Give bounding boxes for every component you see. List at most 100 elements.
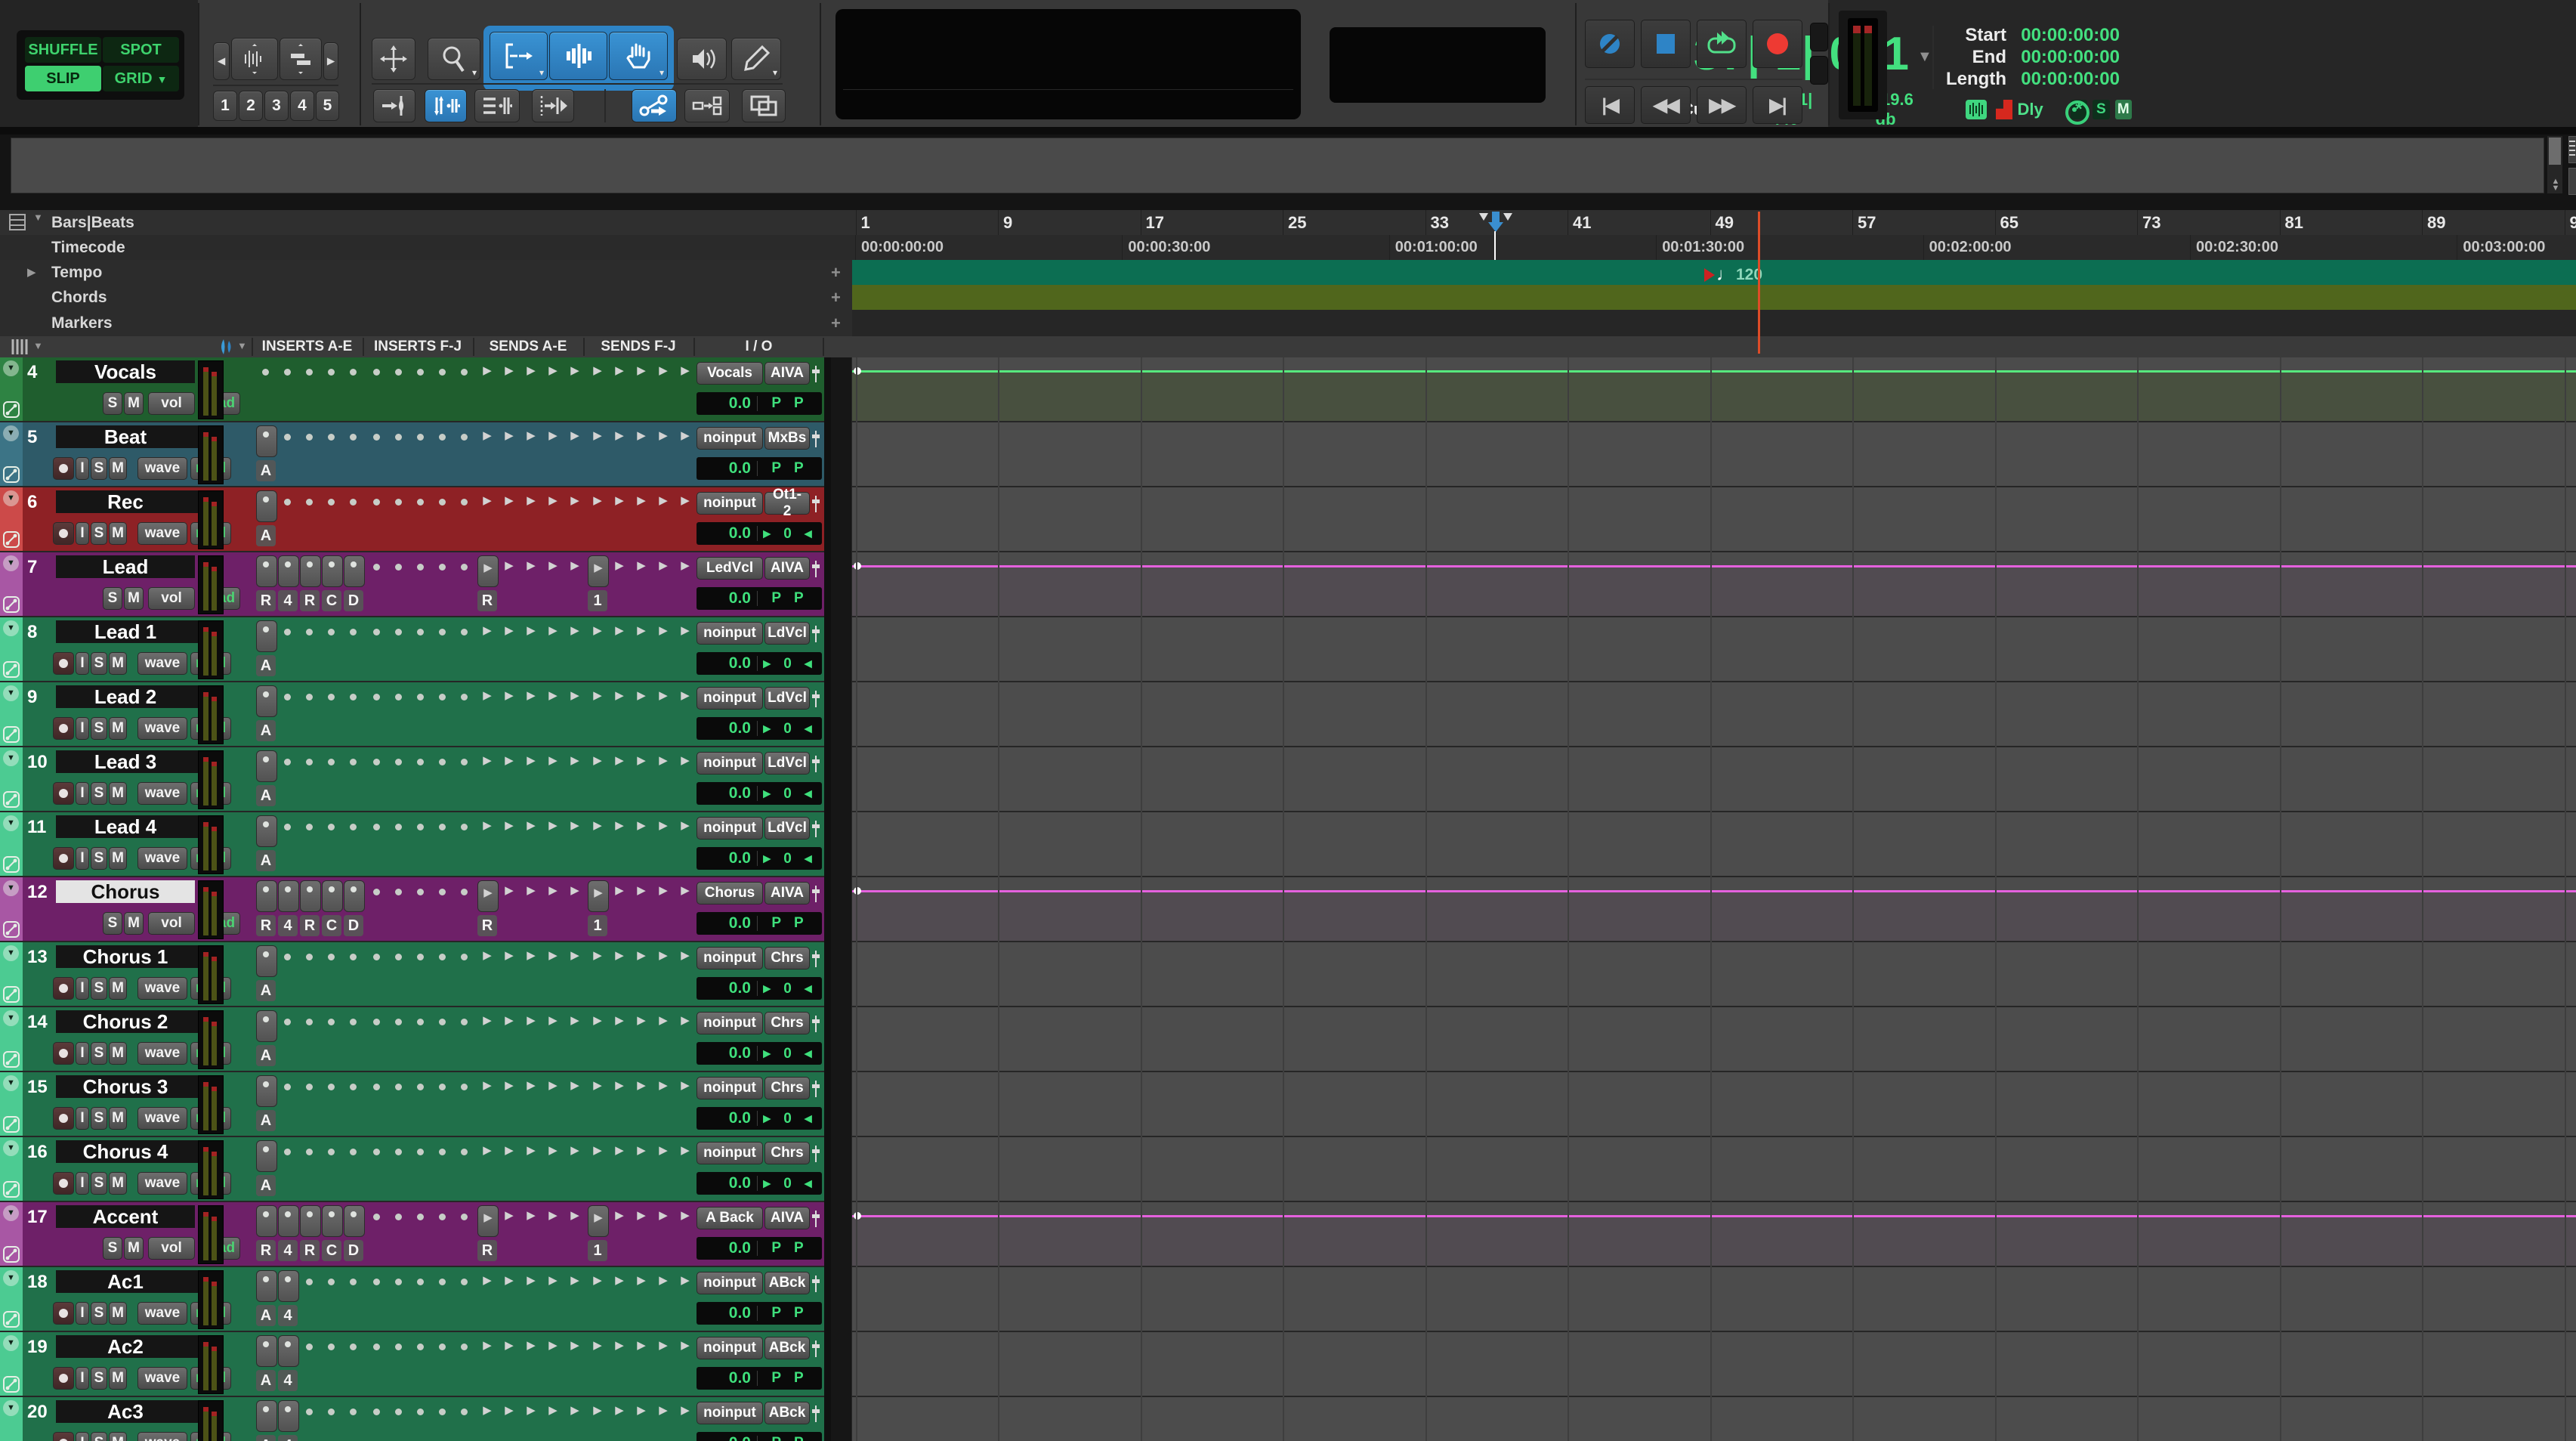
insert-slot-dot[interactable]	[284, 824, 291, 830]
automation-follows-edit-button[interactable]	[632, 89, 677, 122]
track-name[interactable]: Lead 1	[56, 620, 195, 643]
insert-slot-dot[interactable]	[439, 1149, 446, 1155]
send-slot-arrow[interactable]: ▶	[565, 1208, 585, 1222]
insert-slot-dot[interactable]	[395, 1084, 402, 1090]
insert-slot-dot[interactable]	[350, 824, 357, 830]
track-lane[interactable]	[852, 747, 2576, 811]
track-name[interactable]: Accent	[56, 1205, 195, 1228]
insert-assignment-label[interactable]: A	[256, 655, 276, 676]
send-slot-arrow[interactable]: ▶	[565, 1273, 585, 1287]
transport-aux-button-2[interactable]	[1810, 56, 1828, 85]
send-slot-arrow[interactable]: ▶	[477, 1013, 497, 1027]
pan-value[interactable]: P P	[758, 1305, 822, 1322]
insert-slot-dot[interactable]	[284, 369, 291, 376]
insert-slot-button[interactable]	[322, 555, 343, 587]
pan-value[interactable]: P P	[758, 915, 822, 932]
insert-slot-dot[interactable]	[284, 499, 291, 506]
send-slot-arrow[interactable]: ▶	[675, 818, 695, 832]
send-slot-arrow[interactable]: ▶	[632, 1403, 651, 1417]
insert-slot-button[interactable]	[256, 1335, 277, 1367]
ruler-row-label[interactable]: Bars|Beats	[51, 214, 134, 232]
insert-slot-dot[interactable]	[350, 759, 357, 765]
send-slot-arrow[interactable]: ▶	[610, 1338, 629, 1352]
track-lane[interactable]	[852, 1007, 2576, 1071]
input-path-button[interactable]: noinput	[697, 1077, 763, 1099]
volume-value[interactable]: 0.0	[697, 459, 751, 478]
insert-slot-dot[interactable]	[306, 369, 313, 376]
solo-button[interactable]: S	[91, 717, 107, 740]
record-enable-button[interactable]	[53, 1172, 74, 1195]
track-view-button[interactable]: vol	[148, 1237, 195, 1260]
output-path-button[interactable]: LdVcl	[764, 817, 810, 840]
insert-slot-dot[interactable]	[439, 369, 446, 376]
mute-button[interactable]: M	[109, 457, 127, 480]
track-lane[interactable]	[852, 1397, 2576, 1441]
output-fader-icon[interactable]	[811, 625, 820, 643]
send-slot-arrow[interactable]: ▶	[610, 688, 629, 702]
send-slot-button[interactable]: ▶	[477, 880, 499, 912]
insert-slot-dot[interactable]	[373, 1409, 380, 1415]
output-fader-icon[interactable]	[811, 1340, 820, 1358]
insert-assignment-label[interactable]: R	[300, 1240, 320, 1261]
send-slot-arrow[interactable]: ▶	[565, 948, 585, 962]
input-path-button[interactable]: noinput	[697, 1402, 763, 1424]
insert-slot-button[interactable]	[256, 945, 277, 977]
send-slot-arrow[interactable]: ▶	[565, 1013, 585, 1027]
insert-slot-dot[interactable]	[395, 824, 402, 830]
pan-value[interactable]: P P	[758, 395, 822, 412]
insert-slot-button[interactable]	[256, 620, 277, 652]
insert-slot-dot[interactable]	[328, 954, 335, 960]
send-slot-arrow[interactable]: ▶	[610, 428, 629, 442]
record-enable-button[interactable]	[53, 977, 74, 1000]
column-header-inserts-ae[interactable]: INSERTS A-E	[252, 339, 363, 355]
output-path-button[interactable]: Chrs	[764, 1142, 810, 1164]
track-tool-icon[interactable]	[3, 401, 20, 418]
send-slot-arrow[interactable]: ▶	[521, 558, 541, 572]
insert-slot-dot[interactable]	[328, 629, 335, 635]
insert-slot-dot[interactable]	[461, 1279, 468, 1285]
track-lane[interactable]	[852, 617, 2576, 681]
send-slot-arrow[interactable]: ▶	[610, 558, 629, 572]
fast-forward-button[interactable]: ▶▶	[1697, 86, 1747, 124]
insert-slot-dot[interactable]	[328, 1019, 335, 1025]
insert-slot-dot[interactable]	[461, 824, 468, 830]
output-fader-icon[interactable]	[811, 365, 820, 383]
track-view-button[interactable]: vol	[148, 912, 195, 935]
solo-button[interactable]: S	[103, 1237, 122, 1260]
insert-slot-dot[interactable]	[306, 629, 313, 635]
input-path-button[interactable]: noinput	[697, 492, 763, 515]
mute-button[interactable]: M	[109, 782, 127, 805]
send-slot-arrow[interactable]: ▶	[653, 818, 673, 832]
input-monitor-button[interactable]: I	[76, 652, 89, 675]
track-view-button[interactable]: wave	[137, 522, 187, 545]
send-slot-arrow[interactable]: ▶	[521, 1273, 541, 1287]
insert-slot-dot[interactable]	[328, 1149, 335, 1155]
track-view-button[interactable]: wave	[137, 1432, 187, 1441]
send-slot-arrow[interactable]: ▶	[675, 1208, 695, 1222]
output-fader-icon[interactable]	[811, 1015, 820, 1033]
track-name[interactable]: Chorus 1	[56, 945, 195, 968]
output-path-button[interactable]: ABck	[764, 1272, 810, 1294]
send-slot-arrow[interactable]: ▶	[653, 688, 673, 702]
mute-status-button[interactable]: M	[2114, 100, 2132, 119]
column-header-sends-ae[interactable]: SENDS A-E	[473, 339, 583, 355]
insert-slot-dot[interactable]	[306, 1409, 313, 1415]
insert-slot-button[interactable]	[300, 555, 321, 587]
track-list-icon[interactable]	[11, 339, 29, 354]
ruler-row-label[interactable]: Markers	[51, 314, 113, 332]
insert-slot-dot[interactable]	[439, 759, 446, 765]
track-options-icon[interactable]: ▼	[3, 1140, 19, 1156]
insert-slot-button[interactable]	[278, 1205, 299, 1237]
track-tool-icon[interactable]	[3, 791, 20, 808]
insert-slot-dot[interactable]	[439, 824, 446, 830]
volume-value[interactable]: 0.0	[697, 1239, 751, 1257]
insert-slot-dot[interactable]	[439, 1409, 446, 1415]
solo-button[interactable]: S	[103, 392, 122, 415]
insert-slot-dot[interactable]	[395, 1279, 402, 1285]
track-tool-icon[interactable]	[3, 661, 20, 678]
send-slot-arrow[interactable]: ▶	[521, 688, 541, 702]
insert-slot-dot[interactable]	[417, 1279, 424, 1285]
send-slot-arrow[interactable]: ▶	[675, 493, 695, 507]
insert-slot-dot[interactable]	[461, 369, 468, 376]
send-slot-arrow[interactable]: ▶	[632, 883, 651, 897]
